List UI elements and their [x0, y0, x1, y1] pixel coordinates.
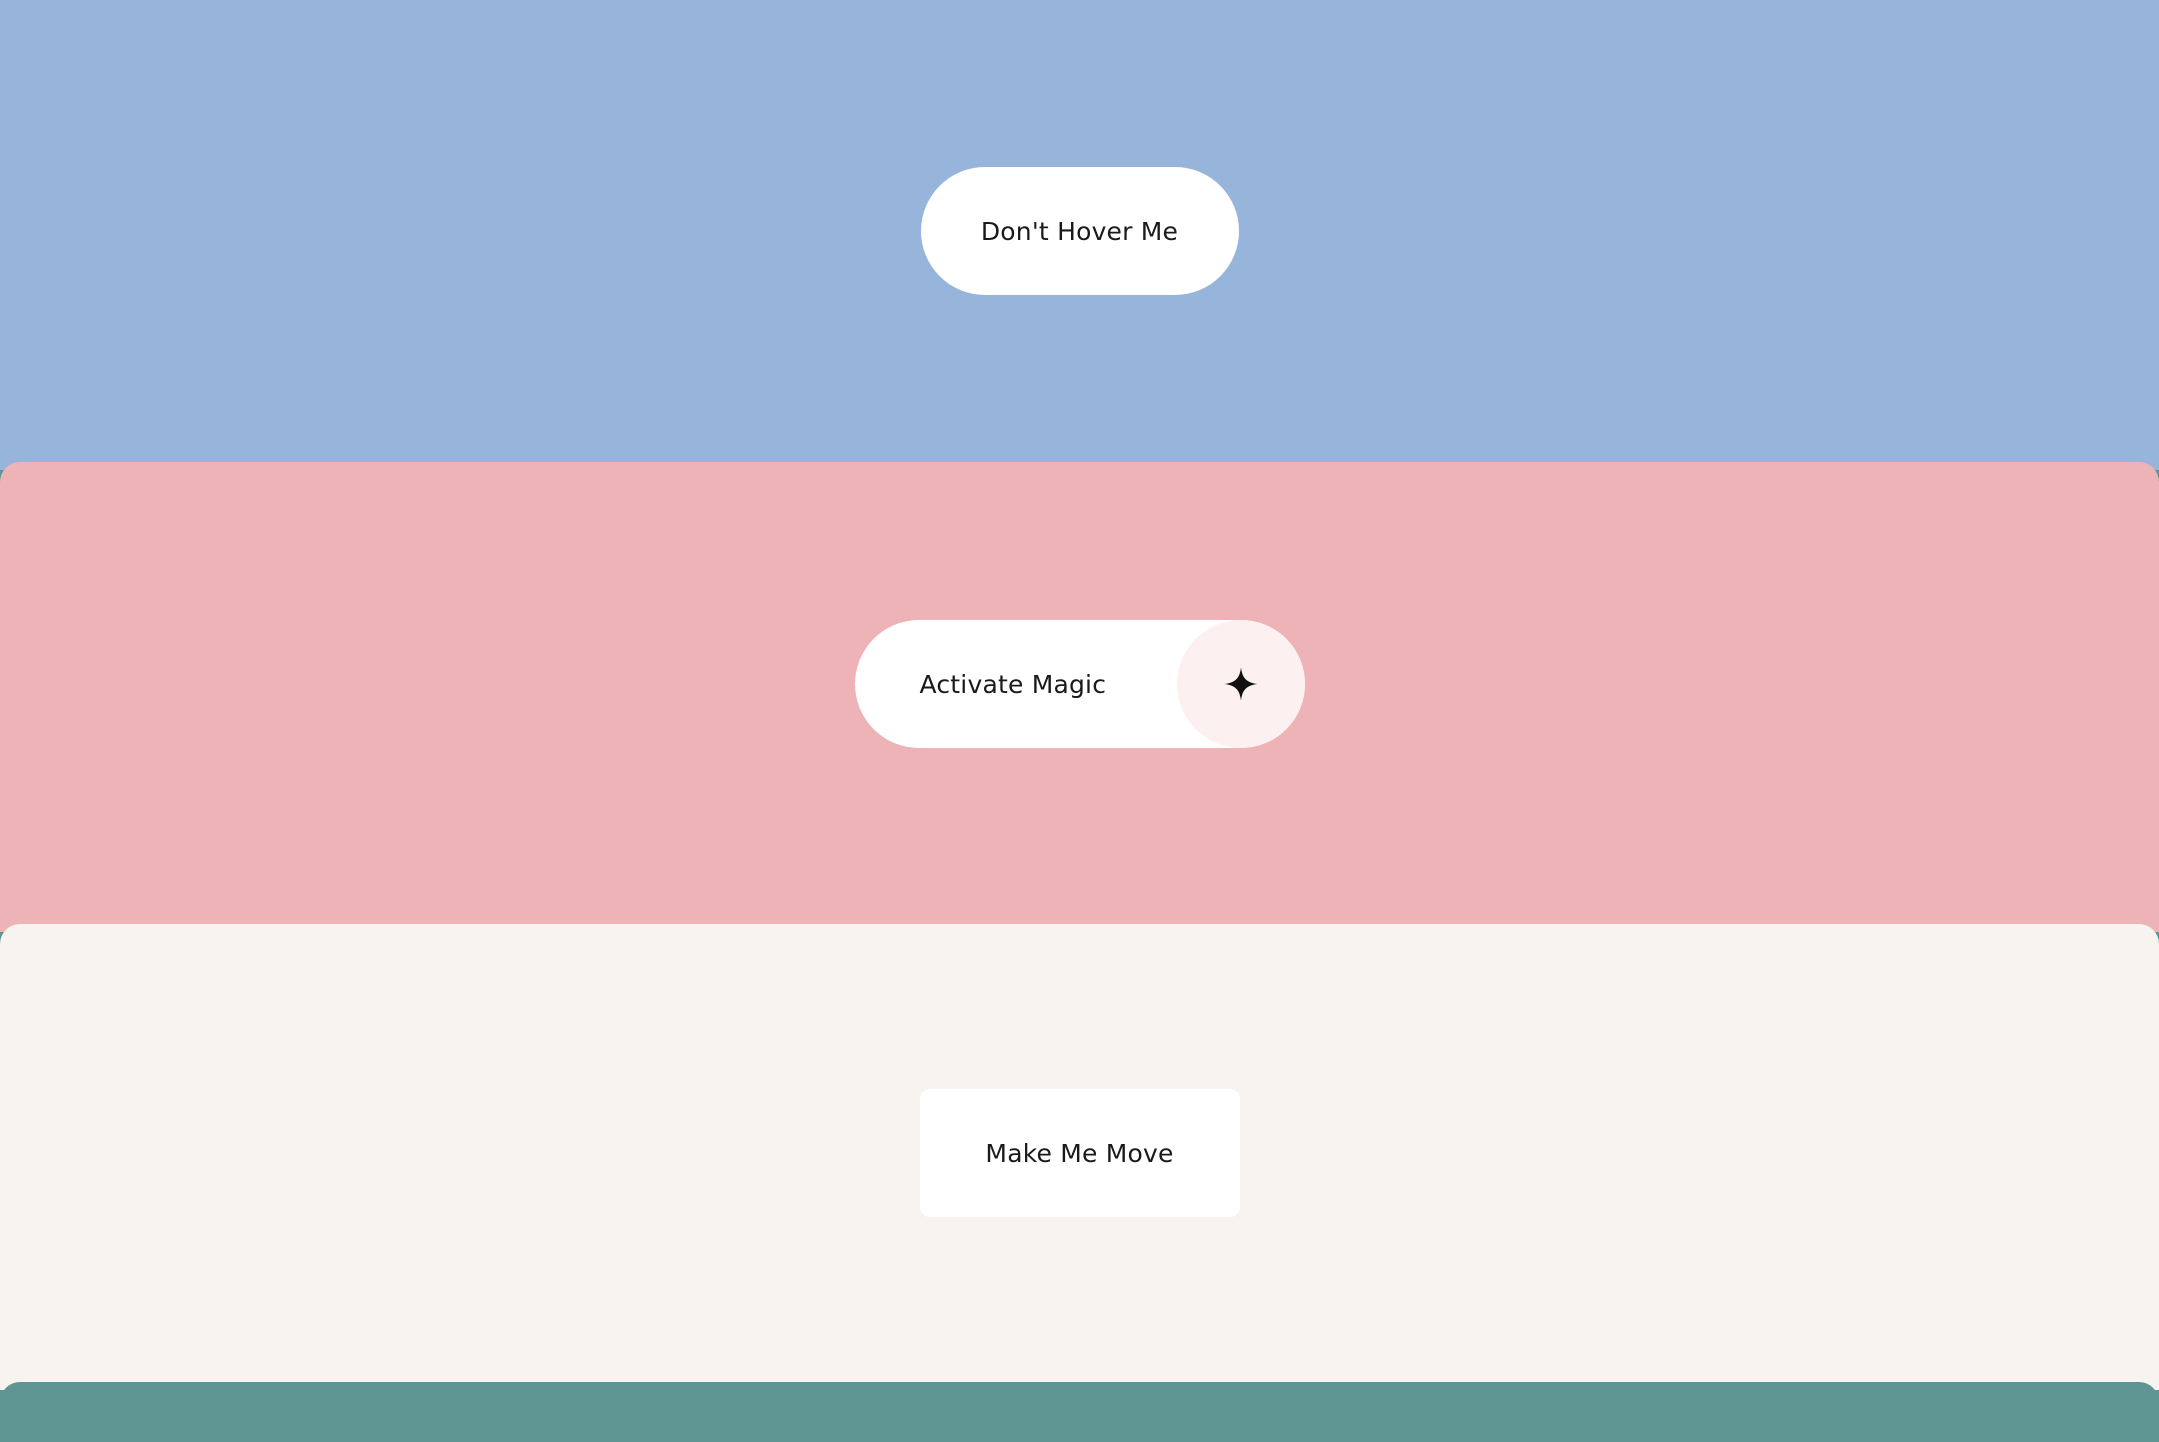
dont-hover-me-button[interactable]: Don't Hover Me: [920, 167, 1239, 295]
activate-magic-label: Activate Magic: [919, 669, 1107, 699]
sparkle-icon: [1224, 667, 1257, 701]
section-move: Make Me Move: [0, 924, 2159, 1390]
section-magic: Activate Magic: [0, 462, 2159, 932]
section-next: [0, 1382, 2159, 1442]
activate-magic-button[interactable]: Activate Magic: [854, 620, 1305, 748]
make-me-move-button[interactable]: Make Me Move: [919, 1089, 1240, 1217]
sparkle-icon-container: [1176, 620, 1305, 748]
section-hover: Don't Hover Me: [0, 0, 2159, 470]
